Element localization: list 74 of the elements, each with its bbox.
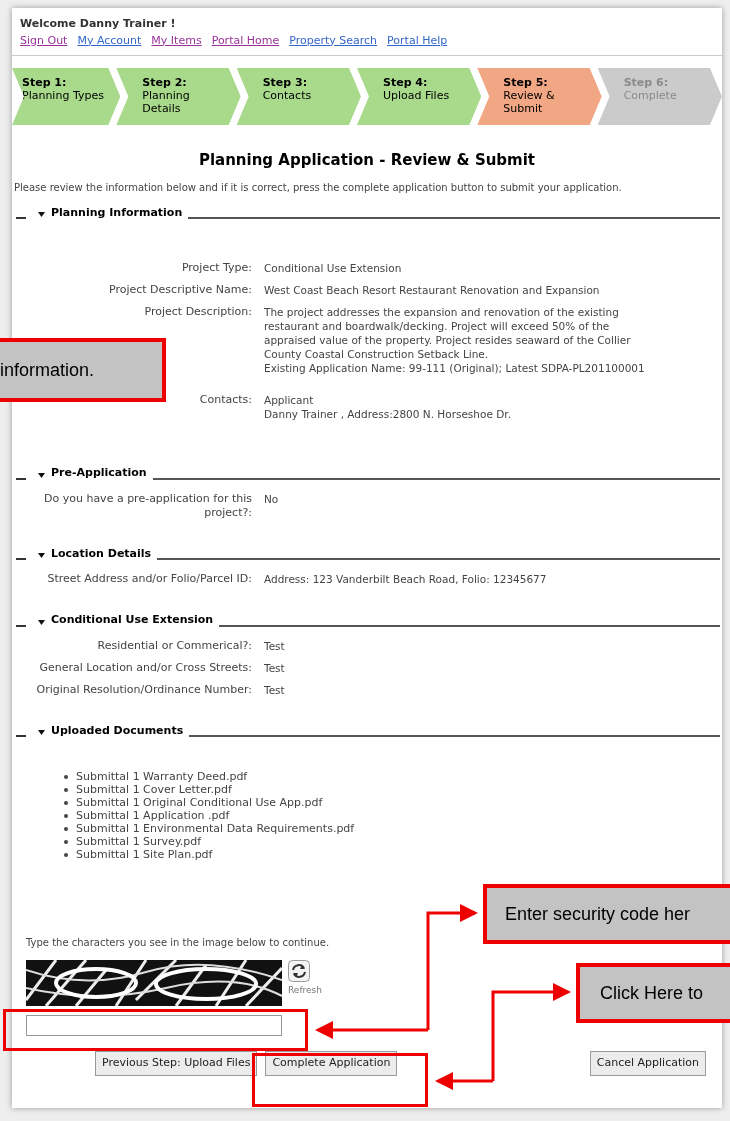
document-name: Submittal 1 Original Conditional Use App.pdf — [76, 796, 323, 809]
step-label: Planning Details — [142, 89, 191, 115]
field-value: Test — [264, 682, 286, 697]
nav-link[interactable]: Portal Home — [211, 32, 280, 49]
step-label: Planning Types — [22, 89, 105, 102]
bullet-icon — [64, 826, 68, 831]
step-number: Step 6: — [623, 76, 670, 89]
bullet-icon — [64, 852, 68, 857]
section-title: Conditional Use Extension — [51, 612, 214, 628]
field-value: Conditional Use Extension — [264, 261, 403, 275]
callout-text: information. — [0, 358, 95, 382]
field-value: The project addresses the expansion and renovation of the existing restaurant and boardwalk/decking. Project will exceed 50% of the appraised value of the property. Project resides seaward of the Collier County Coastal Construction Setback Line. Existing Application Name: 99-111 (Original); Latest SDPA-PL201100001 — [264, 305, 646, 375]
field-label: Residential or Commerical?: — [96, 638, 252, 653]
document-name: Submittal 1 Site Plan.pdf — [76, 848, 213, 861]
page-title: Planning Application - Review & Submit — [197, 150, 537, 171]
document-name: Submittal 1 Application .pdf — [76, 809, 230, 822]
section-title: Pre-Application — [51, 465, 147, 481]
document-name: Submittal 1 Survey.pdf — [76, 835, 202, 848]
bullet-icon — [64, 813, 68, 818]
collapse-icon[interactable] — [16, 624, 26, 627]
caret-icon[interactable] — [38, 553, 45, 558]
caret-icon[interactable] — [38, 730, 45, 735]
field-label: Original Resolution/Ordinance Number: — [35, 682, 252, 697]
nav-link[interactable]: Property Search — [289, 32, 378, 49]
refresh-label[interactable]: Refresh — [288, 985, 322, 996]
bullet-icon — [64, 787, 68, 792]
nav-link[interactable]: My Account — [77, 32, 142, 49]
section-title: Uploaded Documents — [51, 722, 184, 739]
callout-text: Click Here to — [600, 981, 704, 1005]
caret-icon[interactable] — [38, 619, 45, 625]
step-number: Step 1: — [22, 76, 68, 89]
previous-step-button[interactable]: Previous Step: Upload Files — [95, 1051, 258, 1076]
captcha-input[interactable] — [26, 1015, 282, 1036]
callout-text: Enter security code her — [505, 902, 691, 926]
field-label: Do you have a pre-application for this project?: — [43, 491, 252, 520]
field-label: Contacts: — [198, 393, 252, 407]
field-value: No — [264, 491, 280, 506]
field-label: General Location and/or Cross Streets: — [38, 660, 252, 675]
cancel-button[interactable]: Cancel Application — [589, 1051, 706, 1076]
welcome-text: Welcome Danny Trainer ! — [20, 16, 177, 32]
nav-link[interactable]: My Items — [151, 32, 202, 49]
step-label: Contacts — [262, 89, 313, 102]
step-label: Review & Submit — [503, 89, 556, 115]
bullet-icon — [64, 839, 68, 844]
field-value: Test — [264, 638, 286, 653]
step-label: Upload Files — [383, 89, 451, 102]
section-title: Planning Information — [51, 204, 183, 221]
bullet-icon — [64, 800, 68, 805]
document-name: Submittal 1 Environmental Data Requirements.pdf — [76, 822, 355, 835]
caret-icon[interactable] — [38, 472, 45, 478]
captcha-prompt: Type the characters you see in the image below to continue. — [26, 936, 331, 950]
collapse-icon[interactable] — [16, 477, 26, 480]
nav-link[interactable]: Portal Help — [387, 32, 448, 49]
step-number: Step 4: — [383, 76, 429, 89]
step-number: Step 2: — [142, 76, 188, 89]
step-number: Step 3: — [262, 76, 309, 89]
field-label: Project Description: — [143, 305, 252, 319]
field-value: Address: 123 Vanderbilt Beach Road, Folio: 12345677 — [264, 572, 548, 586]
step-number: Step 5: — [503, 76, 549, 89]
field-value: West Coast Beach Resort Restaurant Renovation and Expansion — [264, 283, 601, 297]
nav-link[interactable]: Sign Out — [20, 32, 68, 49]
step-label: Complete — [623, 89, 678, 102]
caret-icon[interactable] — [38, 212, 45, 217]
field-label: Project Type: — [180, 261, 252, 275]
field-value: Applicant Danny Trainer , Address:2800 N. Horseshoe Dr. — [264, 393, 512, 421]
document-name: Submittal 1 Cover Letter.pdf — [76, 783, 232, 796]
refresh-icon[interactable] — [288, 960, 310, 982]
field-label: Street Address and/or Folio/Parcel ID: — [46, 572, 252, 586]
instructions-text: Please review the information below and if it is correct, press the complete application button to submit your application. — [14, 180, 623, 195]
section-title: Location Details — [51, 545, 152, 562]
field-label: Project Descriptive Name: — [108, 283, 252, 297]
bullet-icon — [64, 774, 68, 779]
document-name: Submittal 1 Warranty Deed.pdf — [76, 770, 248, 783]
field-value: Test — [264, 660, 286, 675]
